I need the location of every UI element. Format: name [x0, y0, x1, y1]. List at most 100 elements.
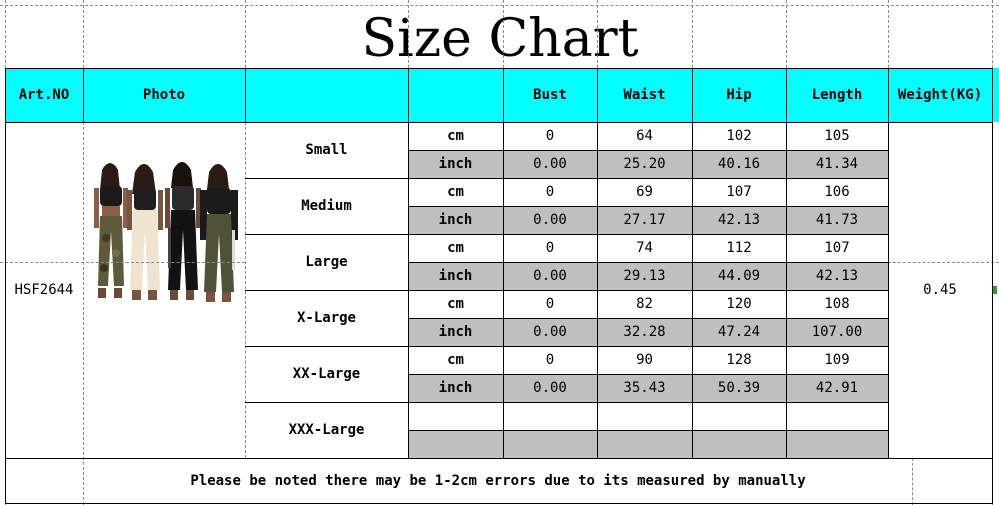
hip-cm: [692, 402, 786, 430]
unit-cm: cm: [447, 296, 464, 312]
hip-inch: [692, 430, 786, 458]
bust-cm: 0: [545, 296, 555, 312]
col-border: [503, 68, 504, 458]
waist-inch: 27.17: [623, 212, 666, 228]
row-border: [408, 318, 888, 319]
length-cm: 108: [824, 296, 850, 312]
row-border: [408, 374, 888, 375]
bust-inch: 0.00: [533, 156, 567, 172]
unit-cm: cm: [447, 128, 464, 144]
gridline: [692, 0, 693, 68]
col-border: [888, 68, 889, 458]
size-name-medium: Medium: [301, 198, 352, 214]
row-border: [245, 290, 888, 291]
gridline: [408, 0, 409, 68]
bust-inch: 0.00: [533, 324, 567, 340]
header-art-no: Art.NO: [18, 87, 70, 103]
bust-inch: 0.00: [533, 380, 567, 396]
waist-inch: 29.13: [623, 268, 666, 284]
unit-cm: cm: [447, 184, 464, 200]
unit-cm: [408, 402, 503, 430]
hip-cm: 120: [726, 296, 752, 312]
gridline: [888, 0, 889, 68]
bust-cm: 0: [545, 128, 555, 144]
length-inch: 41.73: [815, 212, 859, 228]
bust-cm: 0: [545, 352, 555, 368]
waist-cm: 69: [636, 184, 653, 200]
unit-cm: cm: [447, 240, 464, 256]
weight-value: 0.45: [923, 282, 957, 298]
header-weight: Weight(KG): [897, 87, 983, 103]
unit-inch: inch: [438, 380, 473, 396]
gridline: [888, 262, 999, 263]
unit-inch: [408, 430, 503, 458]
unit-cm: cm: [447, 352, 464, 368]
waist-inch: 32.28: [623, 324, 666, 340]
model-1: [94, 163, 128, 298]
col-border: [83, 68, 84, 122]
gridline: [912, 458, 913, 505]
cell-cursor-marker: [993, 286, 997, 294]
gridline: [245, 0, 246, 68]
waist-inch: [597, 430, 692, 458]
table-border: [5, 503, 993, 504]
unit-inch: inch: [438, 156, 473, 172]
hip-cm: 107: [726, 184, 752, 200]
header-waist: Waist: [623, 87, 666, 103]
header-bust: Bust: [533, 87, 567, 103]
size-name-x-large: X-Large: [296, 310, 356, 326]
unit-inch: inch: [438, 324, 473, 340]
waist-cm: 64: [636, 128, 653, 144]
row-border: [408, 262, 888, 263]
gridline: [83, 122, 84, 505]
gridline: [786, 0, 787, 68]
models-photo: [94, 162, 238, 302]
footnote: Please be noted there may be 1-2cm error…: [190, 473, 806, 489]
header-length: Length: [811, 87, 863, 103]
bust-inch: [503, 430, 597, 458]
bust-cm: 0: [545, 184, 555, 200]
length-inch: 41.34: [815, 156, 859, 172]
model-3: [165, 162, 201, 300]
hip-inch: 47.24: [717, 324, 761, 340]
hip-inch: 44.09: [717, 268, 761, 284]
waist-inch: 35.43: [623, 380, 666, 396]
hip-inch: 50.39: [717, 380, 761, 396]
size-chart-sheet: Size Chart Art.NO Photo Bust Waist Hip L…: [0, 0, 999, 505]
gridline: [597, 0, 598, 68]
row-border: [245, 234, 888, 235]
bust-inch: 0.00: [533, 212, 567, 228]
length-inch: 42.13: [815, 268, 859, 284]
size-name-large: Large: [305, 254, 348, 270]
col-border: [692, 68, 693, 458]
header-photo: Photo: [142, 87, 186, 103]
page-title: Size Chart: [361, 9, 639, 69]
row-border: [245, 346, 888, 347]
waist-cm: 82: [636, 296, 653, 312]
hip-cm: 128: [726, 352, 752, 368]
hip-cm: 102: [726, 128, 752, 144]
bust-inch: 0.00: [533, 268, 567, 284]
size-name-xxx-large: XXX-Large: [288, 422, 365, 438]
gridline: [503, 0, 504, 68]
table-border: [5, 122, 993, 123]
unit-inch: inch: [438, 212, 473, 228]
bust-cm: [503, 402, 597, 430]
length-cm: 106: [824, 184, 850, 200]
row-border: [408, 150, 888, 151]
gridline: [83, 0, 84, 68]
hip-inch: 40.16: [717, 156, 761, 172]
col-border: [786, 68, 787, 458]
col-border: [597, 68, 598, 458]
waist-cm: 74: [636, 240, 653, 256]
length-inch: 42.91: [815, 380, 859, 396]
table-border: [5, 458, 993, 459]
model-2: [127, 164, 163, 300]
length-cm: [786, 402, 888, 430]
col-border: [245, 68, 246, 122]
waist-cm: [597, 402, 692, 430]
gridline: [0, 262, 245, 263]
col-border: [5, 68, 6, 504]
art-no-value: HSF2644: [14, 282, 74, 298]
size-name-xx-large: XX-Large: [292, 366, 361, 382]
